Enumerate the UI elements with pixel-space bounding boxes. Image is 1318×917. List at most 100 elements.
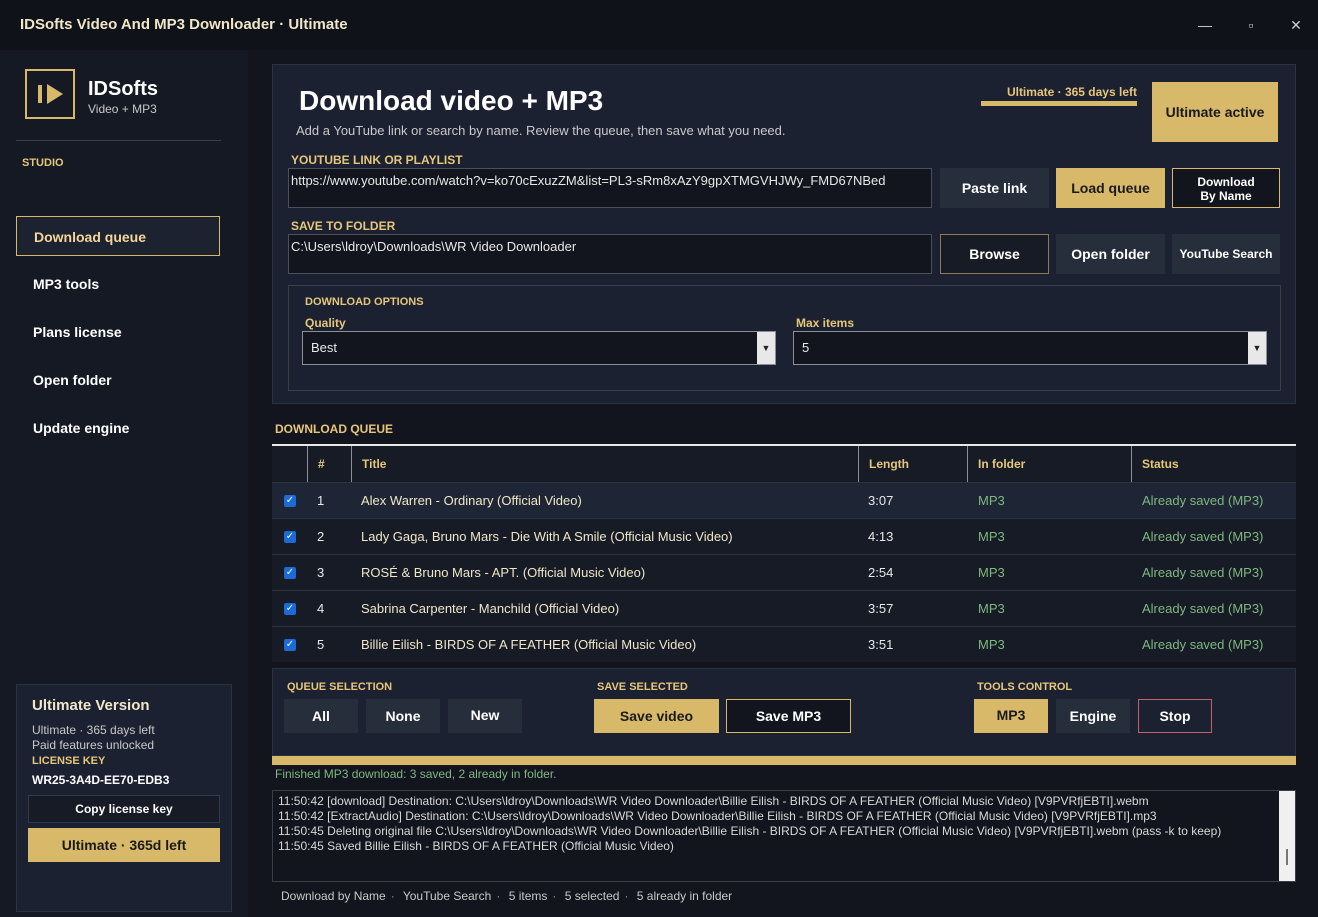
table-row[interactable]: ✓ 1 Alex Warren - Ordinary (Official Vid… — [272, 482, 1296, 518]
download-by-name-button[interactable]: Download By Name — [1172, 168, 1280, 208]
sidebar-section-label: STUDIO — [22, 157, 64, 169]
chevron-down-icon: ▼ — [1248, 332, 1266, 364]
row-checkbox[interactable]: ✓ — [284, 531, 296, 543]
row-checkbox[interactable]: ✓ — [284, 603, 296, 615]
status-in-folder-count: 5 already in folder — [636, 889, 733, 903]
row-status: Already saved (MP3) — [1142, 493, 1264, 508]
download-card: Download video + MP3 Add a YouTube link … — [272, 64, 1296, 404]
ultimate-days-button[interactable]: Ultimate · 365d left — [28, 828, 220, 862]
select-new-button[interactable]: New — [448, 699, 522, 733]
row-title: Sabrina Carpenter - Manchild (Official V… — [361, 601, 620, 616]
status-selected-count: 5 selected — [564, 889, 620, 903]
folder-label: SAVE TO FOLDER — [291, 219, 396, 233]
log-line: 11:50:45 Deleting original file C:\Users… — [278, 824, 1222, 838]
maximize-button[interactable]: ▫ — [1236, 12, 1266, 38]
row-status: Already saved (MP3) — [1142, 637, 1264, 652]
license-features: Paid features unlocked — [32, 738, 155, 752]
chevron-down-icon: ▼ — [757, 332, 775, 364]
license-days-left: Ultimate · 365 days left — [32, 723, 155, 737]
quality-select[interactable]: Best ▼ — [302, 331, 776, 365]
copy-license-key-button[interactable]: Copy license key — [28, 795, 220, 823]
log-line: 11:50:45 Saved Billie Eilish - BIRDS OF … — [278, 839, 674, 853]
engine-button[interactable]: Engine — [1056, 699, 1130, 733]
sidebar-item-download-queue[interactable]: Download queue — [16, 216, 220, 256]
row-length: 4:13 — [868, 529, 894, 544]
page-subtitle: Add a YouTube link or search by name. Re… — [296, 123, 786, 138]
paste-link-button[interactable]: Paste link — [940, 168, 1049, 208]
table-row[interactable]: ✓ 3 ROSÉ & Bruno Mars - APT. (Official M… — [272, 554, 1296, 590]
save-folder-input[interactable]: C:\Users\ldroy\Downloads\WR Video Downlo… — [288, 234, 932, 274]
license-title: Ultimate Version — [32, 697, 150, 714]
row-length: 2:54 — [868, 565, 894, 580]
row-status: Already saved (MP3) — [1142, 565, 1264, 580]
minimize-button[interactable]: — — [1190, 12, 1220, 38]
youtube-link-input[interactable]: https://www.youtube.com/watch?v=ko70cExu… — [288, 168, 932, 208]
mp3-tool-button[interactable]: MP3 — [974, 699, 1048, 733]
log-scrollbar[interactable] — [1279, 791, 1295, 881]
header-length[interactable]: Length — [859, 446, 968, 482]
log-line: 11:50:42 [ExtractAudio] Destination: C:\… — [278, 809, 1157, 823]
row-title: ROSÉ & Bruno Mars - APT. (Official Music… — [361, 565, 646, 580]
table-row[interactable]: ✓ 2 Lady Gaga, Bruno Mars - Die With A S… — [272, 518, 1296, 554]
row-folder: MP3 — [978, 601, 1005, 616]
row-title: Lady Gaga, Bruno Mars - Die With A Smile… — [361, 529, 733, 544]
license-key-value: WR25-3A4D-EE70-EDB3 — [32, 773, 170, 787]
header-status[interactable]: Status — [1132, 446, 1296, 482]
ultimate-active-button[interactable]: Ultimate active — [1152, 82, 1278, 142]
quality-value: Best — [311, 340, 338, 355]
download-progress-bar — [272, 756, 1296, 765]
row-checkbox[interactable]: ✓ — [284, 567, 296, 579]
close-button[interactable]: ✕ — [1281, 12, 1311, 38]
row-title: Alex Warren - Ordinary (Official Video) — [361, 493, 582, 508]
save-video-button[interactable]: Save video — [594, 699, 719, 733]
row-folder: MP3 — [978, 637, 1005, 652]
sidebar-item-update-engine[interactable]: Update engine — [16, 408, 220, 448]
queue-selection-label: QUEUE SELECTION — [287, 681, 393, 693]
header-select — [272, 446, 308, 482]
scrollbar-thumb[interactable] — [1286, 849, 1288, 865]
row-status: Already saved (MP3) — [1142, 601, 1264, 616]
logo-icon — [25, 69, 75, 119]
stop-button[interactable]: Stop — [1138, 699, 1212, 733]
quality-label: Quality — [305, 316, 346, 330]
log-line: 11:50:42 [download] Destination: C:\User… — [278, 794, 1149, 808]
sidebar-item-mp3-tools[interactable]: MP3 tools — [16, 264, 220, 304]
youtube-search-button[interactable]: YouTube Search — [1172, 234, 1280, 274]
download-by-name-line2: By Name — [1200, 189, 1252, 203]
row-folder: MP3 — [978, 529, 1005, 544]
header-number[interactable]: # — [308, 446, 352, 482]
select-all-button[interactable]: All — [284, 699, 358, 733]
header-in-folder[interactable]: In folder — [968, 446, 1132, 482]
finished-message: Finished MP3 download: 3 saved, 2 alread… — [275, 767, 557, 781]
load-queue-button[interactable]: Load queue — [1056, 168, 1165, 208]
row-number: 5 — [317, 637, 325, 652]
max-items-value: 5 — [802, 340, 810, 355]
status-youtube-search: YouTube Search — [402, 889, 492, 903]
sidebar-item-open-folder[interactable]: Open folder — [16, 360, 220, 400]
row-length: 3:57 — [868, 601, 894, 616]
queue-label: DOWNLOAD QUEUE — [275, 422, 393, 436]
license-card: Ultimate Version Ultimate · 365 days lef… — [16, 684, 232, 912]
row-checkbox[interactable]: ✓ — [284, 495, 296, 507]
row-checkbox[interactable]: ✓ — [284, 639, 296, 651]
row-number: 3 — [317, 565, 325, 580]
download-by-name-line1: Download — [1197, 175, 1255, 189]
download-queue-table: # Title Length In folder Status ✓ 1 Alex… — [272, 444, 1296, 662]
max-items-label: Max items — [796, 316, 855, 330]
log-output[interactable]: 11:50:42 [download] Destination: C:\User… — [272, 790, 1296, 882]
sidebar-item-plans-license[interactable]: Plans license — [16, 312, 220, 352]
row-number: 2 — [317, 529, 325, 544]
save-mp3-button[interactable]: Save MP3 — [726, 699, 851, 733]
logo-name: IDSofts — [88, 78, 158, 100]
status-bar: Download by Name · YouTube Search · 5 item… — [281, 889, 733, 903]
table-row[interactable]: ✓ 5 Billie Eilish - BIRDS OF A FEATHER (… — [272, 626, 1296, 662]
header-title[interactable]: Title — [352, 446, 859, 482]
row-length: 3:51 — [868, 637, 894, 652]
browse-button[interactable]: Browse — [940, 234, 1049, 274]
max-items-select[interactable]: 5 ▼ — [793, 331, 1267, 365]
row-status: Already saved (MP3) — [1142, 529, 1264, 544]
controls-panel: QUEUE SELECTION All None New SAVE SELECT… — [272, 668, 1296, 756]
open-folder-button[interactable]: Open folder — [1056, 234, 1165, 274]
select-none-button[interactable]: None — [366, 699, 440, 733]
table-row[interactable]: ✓ 4 Sabrina Carpenter - Manchild (Offici… — [272, 590, 1296, 626]
